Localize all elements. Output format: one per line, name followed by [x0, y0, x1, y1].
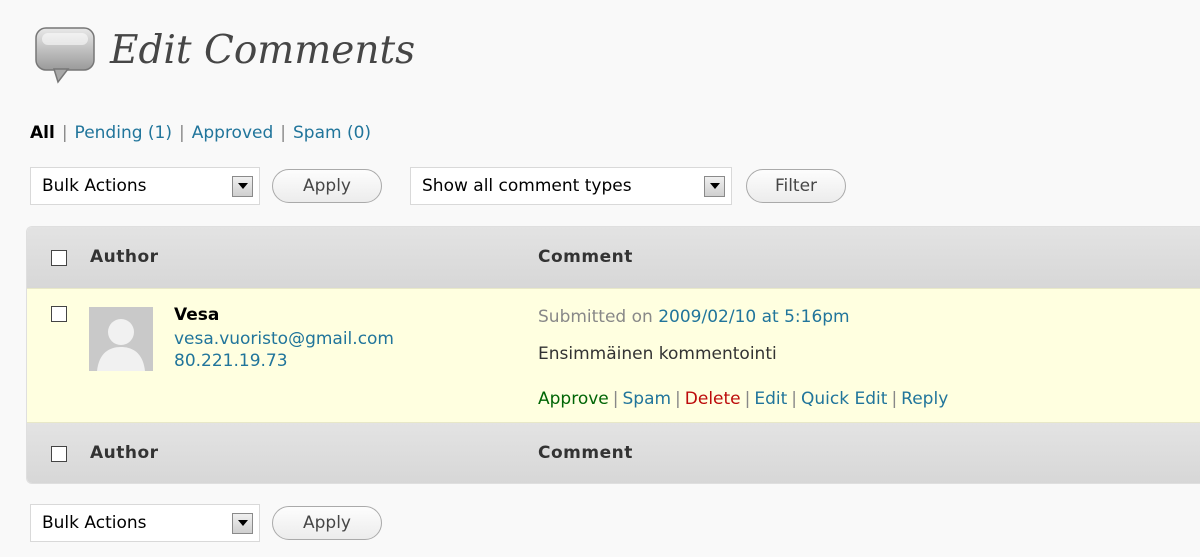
comments-icon	[32, 24, 102, 86]
page-title: Edit Comments	[110, 28, 416, 73]
action-separator: |	[744, 389, 751, 409]
comment-date-link[interactable]: 2009/02/10 at 5:16pm	[658, 307, 849, 327]
column-comment-footer: Comment	[538, 443, 633, 463]
comment-author-ip[interactable]: 80.221.19.73	[174, 351, 288, 371]
edit-link[interactable]: Edit	[754, 389, 787, 409]
row-checkbox[interactable]	[51, 306, 67, 322]
table-header: Author Comment	[27, 227, 1200, 288]
action-separator: |	[791, 389, 798, 409]
filter-separator: |	[179, 123, 185, 143]
select-all-checkbox[interactable]	[51, 250, 67, 266]
bulk-actions-select-value: Bulk Actions	[42, 176, 147, 196]
comment-type-select[interactable]: Show all comment types	[410, 167, 732, 205]
action-separator: |	[612, 389, 619, 409]
filter-approved[interactable]: Approved	[192, 123, 274, 143]
apply-button-top[interactable]: Apply	[272, 169, 382, 203]
apply-button-bottom[interactable]: Apply	[272, 506, 382, 540]
spam-link[interactable]: Spam	[622, 389, 671, 409]
reply-link[interactable]: Reply	[901, 389, 948, 409]
select-all-checkbox-footer[interactable]	[51, 446, 67, 462]
filter-all[interactable]: All	[30, 123, 55, 143]
comment-submitted: Submitted on 2009/02/10 at 5:16pm	[538, 307, 850, 327]
filter-spam[interactable]: Spam (0)	[293, 123, 371, 143]
row-actions: Approve | Spam | Delete | Edit | Quick Edit | Repl…	[538, 389, 948, 409]
action-separator: |	[675, 389, 681, 409]
delete-link[interactable]: Delete	[685, 389, 741, 409]
filter-separator: |	[280, 123, 287, 143]
filter-separator: |	[61, 123, 68, 143]
column-author[interactable]: Author	[90, 247, 159, 267]
comments-table: Author Comment Vesa vesa.vuoristo@gmail.…	[26, 226, 1200, 484]
table-row: Vesa vesa.vuoristo@gmail.com 80.221.19.7…	[27, 288, 1200, 423]
filter-button[interactable]: Filter	[746, 169, 846, 203]
avatar	[89, 307, 153, 371]
comment-status-filters: All | Pending (1) | Approved | Spam (0)	[30, 123, 371, 143]
comment-text: Ensimmäinen kommentointi	[538, 344, 777, 364]
bulk-actions-select-value: Bulk Actions	[42, 513, 147, 533]
column-author-footer[interactable]: Author	[90, 443, 159, 463]
submitted-prefix: Submitted on	[538, 307, 659, 327]
quick-edit-link[interactable]: Quick Edit	[801, 389, 887, 409]
bulk-actions-select-bottom[interactable]: Bulk Actions	[30, 504, 260, 542]
column-comment: Comment	[538, 247, 633, 267]
comment-author-email[interactable]: vesa.vuoristo@gmail.com	[174, 329, 394, 349]
bulk-actions-select-top[interactable]: Bulk Actions	[30, 167, 260, 205]
action-separator: |	[891, 389, 898, 409]
filter-pending[interactable]: Pending (1)	[75, 123, 172, 143]
table-footer: Author Comment	[27, 423, 1200, 483]
dropdown-arrow-icon[interactable]	[232, 175, 253, 197]
comment-type-select-value: Show all comment types	[422, 176, 632, 196]
dropdown-arrow-icon[interactable]	[704, 175, 725, 197]
approve-link[interactable]: Approve	[538, 389, 609, 409]
comment-author-name: Vesa	[174, 305, 220, 325]
dropdown-arrow-icon[interactable]	[232, 512, 253, 534]
